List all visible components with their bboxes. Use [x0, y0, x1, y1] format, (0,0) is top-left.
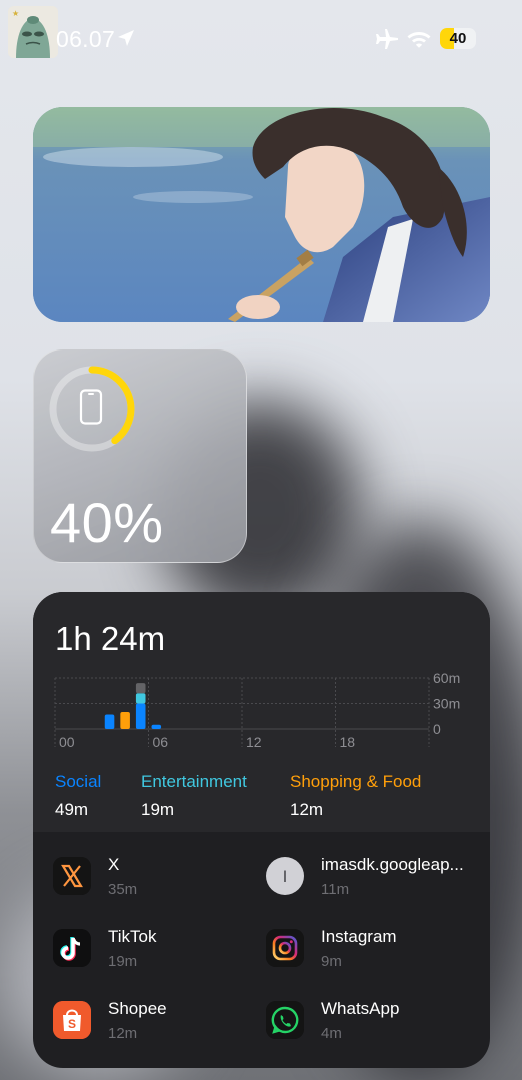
- bar-other: [135, 683, 146, 694]
- screen-time-summary: 1h 24m 60m 30m 0 00 06 12 18 Social 49m Entert…: [33, 592, 490, 832]
- x-tick-label: 06: [153, 734, 169, 750]
- category-social: Social 49m: [55, 772, 101, 820]
- whatsapp-app-icon: [266, 1001, 304, 1039]
- battery-icon: 40: [440, 28, 476, 49]
- app-time: 35m: [108, 881, 138, 898]
- bar-shopping-food: [120, 712, 130, 729]
- photo-widget[interactable]: [33, 107, 490, 322]
- category-label: Shopping & Food: [290, 772, 422, 791]
- app-row-imasdk[interactable]: I imasdk.googleap... 11m: [246, 855, 466, 917]
- y-tick-label: 0: [433, 721, 441, 737]
- app-row-whatsapp[interactable]: WhatsApp 4m: [246, 999, 466, 1061]
- app-time: 11m: [321, 881, 350, 898]
- app-row-shopee[interactable]: S Shopee 12m: [33, 999, 253, 1061]
- usage-bar-chart: 60m30m000 06 12 18: [54, 672, 460, 750]
- app-time: 4m: [321, 1025, 342, 1042]
- app-row-tiktok[interactable]: TikTok 19m: [33, 927, 253, 989]
- airplane-mode-icon: [376, 29, 398, 49]
- location-arrow-icon: [118, 30, 134, 46]
- app-name: TikTok: [108, 927, 157, 946]
- app-usage-list: X 35m I imasdk.googleap... 11m TikTok 19…: [33, 832, 490, 1068]
- battery-percentage: 40%: [50, 491, 164, 554]
- svg-text:S: S: [68, 1017, 76, 1031]
- category-label: Entertainment: [141, 772, 247, 791]
- battery-widget[interactable]: 40%: [33, 349, 247, 563]
- category-time: 19m: [141, 800, 175, 819]
- category-label: Social: [55, 772, 102, 791]
- screen-time-widget[interactable]: 1h 24m 60m 30m 0 00 06 12 18 Social 49m Entert…: [33, 592, 490, 1068]
- x-tick-label: 00: [59, 734, 75, 750]
- bar-entertainment: [135, 693, 146, 704]
- iphone-icon: [79, 389, 103, 425]
- wifi-icon: [407, 32, 431, 48]
- app-name: Shopee: [108, 999, 167, 1018]
- app-name: WhatsApp: [321, 999, 400, 1018]
- app-name: X: [108, 855, 120, 874]
- app-time: 12m: [108, 1025, 138, 1042]
- svg-text:I: I: [283, 867, 288, 886]
- shopee-app-icon: S: [53, 1001, 91, 1039]
- x-tick-label: 18: [340, 734, 356, 750]
- screen-time-total: 1h 24m: [55, 620, 166, 657]
- category-time: 49m: [55, 800, 89, 819]
- y-tick-label: 60m: [433, 672, 460, 686]
- letter-i-icon: I: [266, 857, 304, 895]
- y-tick-label: 30m: [433, 696, 460, 712]
- category-shopping-food: Shopping & Food 12m: [290, 772, 421, 820]
- avatar[interactable]: ★: [8, 6, 58, 58]
- battery-percent-label: 40: [449, 30, 467, 47]
- status-bar: ★ 06.07 40: [0, 0, 522, 72]
- app-row-instagram[interactable]: Instagram 9m: [246, 927, 466, 989]
- category-entertainment: Entertainment 19m: [141, 772, 247, 820]
- app-time: 9m: [321, 953, 342, 970]
- bar-social: [151, 724, 162, 729]
- svg-text:★: ★: [12, 9, 19, 18]
- app-time: 19m: [108, 953, 138, 970]
- category-time: 12m: [290, 800, 324, 819]
- instagram-app-icon: [266, 929, 304, 967]
- tiktok-app-icon: [53, 929, 91, 967]
- status-time: 06.07: [56, 26, 116, 52]
- app-name: Instagram: [321, 927, 397, 946]
- category-summary: Social 49m Entertainment 19m Shopping & …: [33, 772, 490, 822]
- bar-social: [104, 714, 115, 729]
- x-tick-label: 12: [246, 734, 262, 750]
- app-name: imasdk.googleap...: [321, 855, 464, 874]
- app-row-x[interactable]: X 35m: [33, 855, 253, 917]
- x-app-icon: [53, 857, 91, 895]
- bar-social: [135, 703, 146, 729]
